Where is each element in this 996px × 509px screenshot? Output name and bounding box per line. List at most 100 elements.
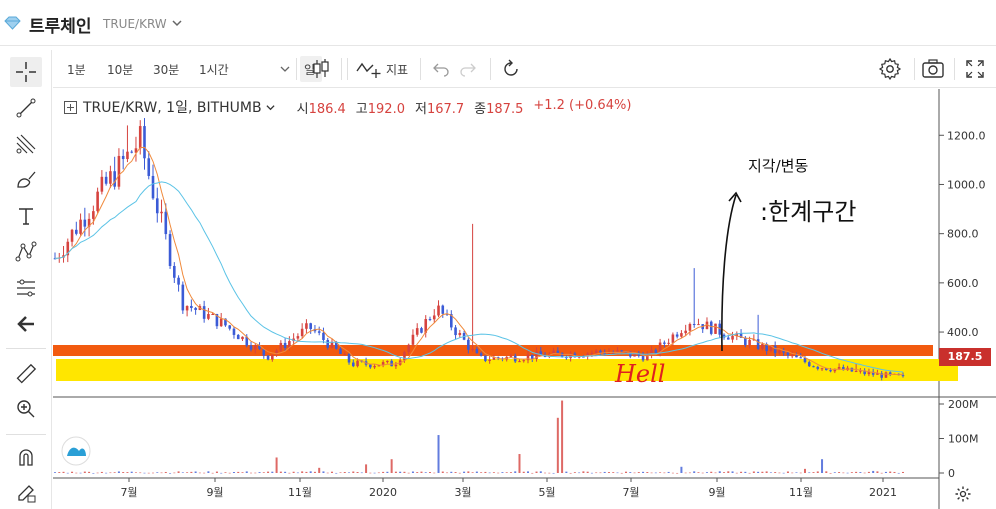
interval-30m[interactable]: 30분 (153, 61, 179, 78)
volume-bar (75, 472, 78, 474)
volume-bar (54, 472, 56, 473)
redo-icon[interactable] (459, 61, 477, 77)
fullscreen-icon[interactable] (965, 59, 985, 79)
volume-bar (821, 459, 824, 473)
candle-body (714, 323, 717, 334)
interval-chevron-down-icon[interactable] (280, 64, 290, 74)
volume-bar (420, 471, 423, 473)
volume-tick-label: 200M (948, 398, 979, 411)
lock-drawing-tool[interactable] (10, 478, 42, 508)
volume-bar (825, 471, 828, 473)
volume-bar (633, 472, 636, 474)
volume-bar (190, 471, 193, 473)
volume-bar (723, 472, 726, 473)
close-value: 187.5 (486, 101, 524, 117)
volume-bar (607, 472, 610, 473)
top-header: 트루체인 TRUE/KRW (0, 0, 996, 46)
time-tick-label: 7월 (120, 486, 137, 499)
candle-body (454, 327, 457, 336)
volume-bar (561, 400, 564, 473)
candle-body (663, 342, 666, 344)
candle-body (599, 350, 602, 353)
candle-body (253, 345, 257, 350)
candle-body (816, 366, 820, 369)
interval-1h[interactable]: 1시간 (199, 61, 229, 78)
volume-bar (757, 471, 760, 473)
candle-body (394, 364, 398, 367)
volume-bar (134, 472, 137, 473)
fib-tool[interactable] (10, 273, 42, 303)
open-label: 시 (296, 101, 309, 117)
candle-body (475, 348, 479, 354)
chart-settings-gear-icon[interactable] (954, 485, 972, 503)
chart-panel[interactable]: 1200.0 1000.0 800.0 600.0 400.0 200M 100M 0 7월 9월… (53, 89, 996, 509)
zoom-tool[interactable] (10, 394, 42, 424)
chevron-down-icon[interactable] (172, 18, 182, 28)
ohlc-values: 시186.4 고192.0 저167.7 종187.5 +1.2 (+0.64%… (297, 98, 632, 117)
text-tool[interactable] (10, 201, 42, 231)
price-chart[interactable]: 1200.0 1000.0 800.0 600.0 400.0 200M 100M 0 7월 9월… (53, 89, 996, 509)
time-tick-label: 3월 (454, 486, 471, 499)
candle-body (113, 171, 116, 187)
candle-body (70, 229, 74, 242)
symbol-chevron-down-icon[interactable] (266, 103, 275, 112)
interval-10m[interactable]: 10분 (107, 61, 133, 78)
collapse-legend-icon[interactable] (64, 100, 77, 114)
volume-bar (671, 472, 674, 474)
volume-bar (812, 472, 815, 473)
candle-body (151, 175, 155, 199)
back-tool[interactable] (10, 309, 42, 339)
price-tick-label: 400.0 (947, 326, 979, 339)
volume-bar (705, 472, 708, 473)
volume-bar (795, 472, 798, 473)
volume-bar (774, 472, 777, 473)
candle-body (236, 334, 240, 340)
candle-body (296, 336, 300, 339)
last-price-tag: 187.5 (939, 348, 991, 366)
symbol-label[interactable]: TRUE/KRW, 1일, BITHUMB (83, 97, 262, 117)
candle-body (522, 360, 526, 362)
coin-pair[interactable]: TRUE/KRW (103, 17, 167, 31)
candle-body (207, 314, 210, 319)
drawing-toolbar (0, 50, 52, 509)
volume-bar (446, 472, 449, 474)
volume-bar (411, 471, 414, 473)
magnet-tool[interactable] (10, 443, 42, 473)
candle-body (790, 355, 794, 357)
indicator-button[interactable]: 지표 (386, 61, 408, 78)
candle-body (75, 229, 78, 234)
pattern-tool[interactable] (10, 237, 42, 267)
volume-bar (467, 471, 470, 473)
refresh-icon[interactable] (500, 58, 522, 80)
candle-body (437, 305, 440, 316)
undo-icon[interactable] (432, 61, 450, 77)
price-tick-label: 1200.0 (947, 129, 986, 142)
candle-body (309, 323, 312, 329)
volume-bar (531, 472, 534, 474)
volume-bar (356, 472, 359, 473)
volume-bar (207, 471, 210, 473)
interval-1m[interactable]: 1분 (67, 61, 86, 78)
crosshair-tool[interactable] (10, 57, 42, 87)
candle-body (778, 350, 781, 354)
brush-tool[interactable] (10, 165, 42, 195)
volume-bar (220, 472, 223, 474)
candlestick-icon[interactable] (311, 58, 331, 80)
volume-bar (740, 471, 743, 473)
pitchfork-tool[interactable] (10, 129, 42, 159)
volume-bar (850, 472, 853, 473)
candle-body (795, 355, 798, 358)
volume-bar (377, 472, 380, 474)
candle-body (479, 353, 483, 356)
volume-bar (463, 471, 466, 473)
indicator-icon[interactable] (356, 59, 382, 79)
camera-icon[interactable] (921, 58, 945, 80)
toolbar-divider (914, 58, 915, 80)
candle-body (147, 158, 151, 176)
trend-line-tool[interactable] (10, 93, 42, 123)
volume-bar (625, 471, 628, 473)
measure-tool[interactable] (10, 359, 42, 389)
settings-gear-icon[interactable] (878, 57, 902, 81)
candle-body (121, 155, 125, 160)
volume-bar (803, 468, 806, 473)
